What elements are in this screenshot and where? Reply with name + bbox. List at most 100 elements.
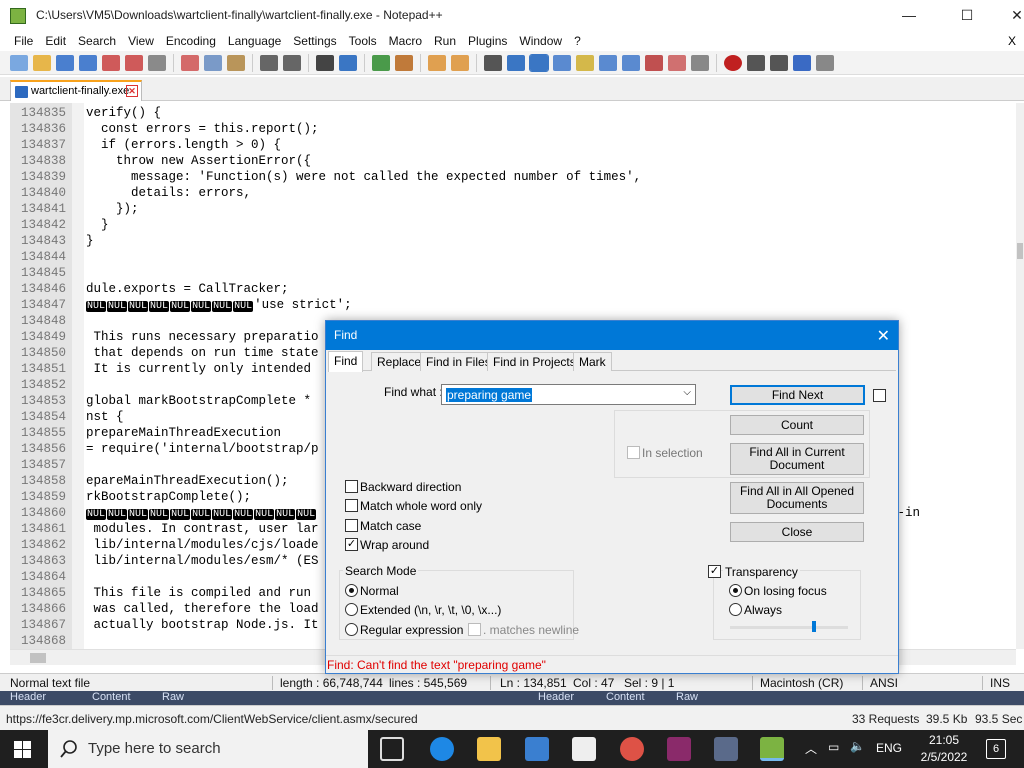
redo-icon[interactable] [283,54,301,71]
vertical-scrollbar[interactable] [1016,103,1024,649]
clock-time[interactable]: 21:05 [924,733,964,747]
store-icon[interactable] [525,737,549,761]
eye-icon[interactable] [691,54,709,71]
bg-tab-content-right[interactable]: Content [606,691,645,703]
edge-icon[interactable] [430,737,454,761]
monitoring-icon[interactable] [668,54,686,71]
windows-start-icon[interactable] [14,741,31,758]
find-all-current-button[interactable]: Find All in Current Document [730,443,864,475]
find-dialog-close-icon[interactable]: ✕ [877,326,890,346]
sync-vertical-icon[interactable] [428,54,446,71]
on-losing-focus-radio[interactable] [729,584,742,597]
play-macro-icon[interactable] [770,54,788,71]
find-next-button[interactable]: Find Next [730,385,865,405]
minimize-button[interactable]: — [886,0,932,31]
network-icon[interactable]: ▭ [828,740,839,754]
match-whole-word-checkbox[interactable] [345,499,358,512]
word-wrap-icon[interactable] [484,54,502,71]
tray-chevron-icon[interactable]: ︿ [805,740,817,757]
mail-icon[interactable] [572,737,596,761]
close-file-icon[interactable] [102,54,120,71]
doc-list-icon[interactable] [599,54,617,71]
new-file-icon[interactable] [10,54,28,71]
replace-icon[interactable] [339,54,357,71]
tab-replace[interactable]: Replace [371,352,428,371]
transparency-slider-thumb[interactable] [812,621,816,632]
find-dialog-titlebar[interactable]: Find ✕ [326,321,898,350]
notepadpp-taskbar-icon[interactable] [760,737,784,761]
matches-newline-checkbox[interactable] [468,623,481,636]
match-case-checkbox[interactable] [345,519,358,532]
bg-tab-header-right[interactable]: Header [538,691,574,703]
menu-window[interactable]: Window [513,34,568,48]
backward-direction-checkbox[interactable] [345,480,358,493]
bg-tab-raw[interactable]: Raw [162,691,184,703]
undo-icon[interactable] [260,54,278,71]
menu-settings[interactable]: Settings [287,34,342,48]
winrar-icon[interactable] [667,737,691,761]
show-all-chars-icon[interactable] [507,54,525,71]
taskbar-search-box[interactable]: Type here to search [48,730,368,768]
menu-macro[interactable]: Macro [383,34,428,48]
save-icon[interactable] [56,54,74,71]
function-list-icon[interactable] [622,54,640,71]
tab-find[interactable]: Find [328,351,364,372]
transparency-slider-track[interactable] [730,626,848,629]
menu-run[interactable]: Run [428,34,462,48]
find-icon[interactable] [316,54,334,71]
udl-icon[interactable] [553,54,571,71]
menu-file[interactable]: File [8,34,39,48]
chrome-icon[interactable] [620,737,644,761]
bg-tab-header[interactable]: Header [10,691,46,703]
clock-date[interactable]: 2/5/2022 [916,750,972,764]
scroll-thumb[interactable] [30,653,46,663]
sync-app-icon[interactable] [714,737,738,761]
sync-horizontal-icon[interactable] [451,54,469,71]
menu-view[interactable]: View [122,34,160,48]
chevron-down-icon[interactable]: ⌵ [683,387,691,398]
language-indicator[interactable]: ENG [876,741,902,755]
close-button[interactable]: Close [730,522,864,542]
file-explorer-icon[interactable] [477,737,501,761]
paste-icon[interactable] [227,54,245,71]
mode-extended-radio[interactable] [345,603,358,616]
copy-icon[interactable] [204,54,222,71]
zoom-out-icon[interactable] [395,54,413,71]
bg-tab-content[interactable]: Content [92,691,131,703]
notification-badge[interactable]: 6 [986,739,1006,759]
transparency-checkbox[interactable]: ✓ [708,565,721,578]
always-radio[interactable] [729,603,742,616]
wrap-around-checkbox[interactable]: ✓ [345,538,358,551]
folder-workspace-icon[interactable] [645,54,663,71]
task-view-icon[interactable] [380,737,404,761]
record-macro-icon[interactable] [724,54,742,71]
cut-icon[interactable] [181,54,199,71]
menu-plugins[interactable]: Plugins [462,34,513,48]
count-button[interactable]: Count [730,415,864,435]
volume-icon[interactable]: 🔈 [850,739,865,753]
mode-regex-radio[interactable] [345,623,358,636]
tab-find-in-files[interactable]: Find in Files [420,352,497,371]
open-file-icon[interactable] [33,54,51,71]
save-macro-icon[interactable] [816,54,834,71]
menu-search[interactable]: Search [72,34,122,48]
tab-close-icon[interactable]: ✕ [126,85,138,97]
zoom-in-icon[interactable] [372,54,390,71]
indent-guide-icon[interactable] [529,53,549,72]
mode-normal-radio[interactable] [345,584,358,597]
menu-encoding[interactable]: Encoding [160,34,222,48]
doc-map-icon[interactable] [576,54,594,71]
document-tab[interactable]: wartclient-finally.exe ✕ [10,80,142,101]
save-all-icon[interactable] [79,54,97,71]
in-selection-checkbox[interactable] [627,446,640,459]
find-all-opened-button[interactable]: Find All in All Opened Documents [730,482,864,514]
tab-find-in-projects[interactable]: Find in Projects [487,352,582,371]
menu-tools[interactable]: Tools [343,34,383,48]
maximize-button[interactable]: ☐ [944,0,990,31]
menu-help[interactable]: ? [568,34,587,48]
print-icon[interactable] [148,54,166,71]
close-all-icon[interactable] [125,54,143,71]
menu-language[interactable]: Language [222,34,287,48]
find-next-option-checkbox[interactable] [873,389,886,402]
scroll-thumb[interactable] [1017,243,1023,259]
